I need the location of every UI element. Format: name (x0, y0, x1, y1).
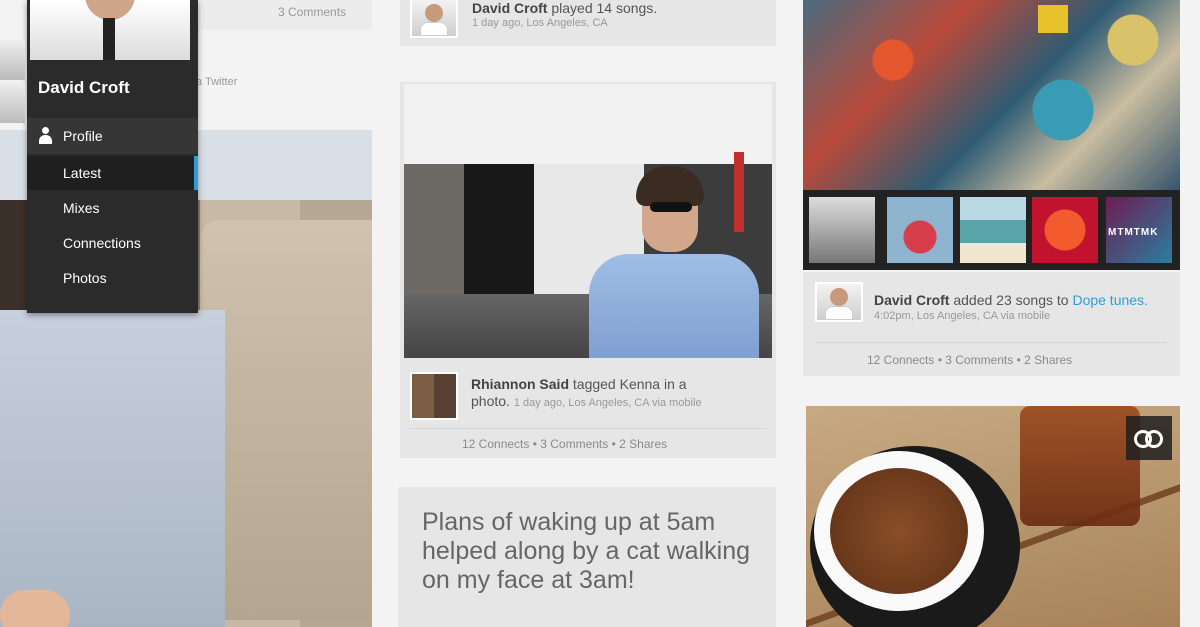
divider (815, 342, 1167, 343)
tag-action-cont: photo. (471, 393, 510, 409)
photo-man-hair (636, 166, 704, 206)
user-avatar[interactable] (410, 0, 458, 38)
photo-hand (0, 590, 70, 627)
tag-author[interactable]: Rhiannon Said (471, 376, 569, 392)
tag-line: Rhiannon Said tagged Kenna in a photo. 1… (471, 376, 771, 412)
user-avatar[interactable] (815, 282, 863, 322)
menu-item-photos[interactable]: Photos (27, 261, 198, 295)
coffee-photo[interactable] (806, 406, 1180, 627)
playlist-artwork[interactable] (803, 0, 1180, 190)
comments-count[interactable]: 3 Comments (278, 5, 346, 19)
photo-sofa (200, 220, 372, 620)
twitter-source-text: a Twitter (196, 76, 238, 88)
played-line: David Croft played 14 songs. (472, 0, 657, 17)
added-line: David Croft added 23 songs to Dope tunes… (874, 292, 1174, 309)
side-thumbnail[interactable] (0, 40, 25, 80)
divider (410, 428, 766, 429)
added-meta: 4:02pm, Los Angeles, CA via mobile (874, 310, 1051, 322)
album-thumb-2[interactable] (887, 197, 953, 263)
album-thumb-5[interactable]: MTMTMK (1106, 197, 1172, 263)
photo-man-body (589, 254, 759, 358)
photo-red-pole (734, 152, 744, 232)
post-meta: 1 day ago, Los Angeles, CA (472, 17, 608, 29)
avatar-tie (103, 18, 115, 60)
menu-item-latest[interactable]: Latest (27, 156, 198, 190)
side-thumbnails (0, 40, 27, 130)
menu-item-profile[interactable]: Profile (27, 118, 198, 154)
linked-rings-icon[interactable] (1126, 416, 1172, 460)
quote-text: Plans of waking up at 5am helped along b… (422, 508, 751, 594)
photo-sunglasses (650, 202, 692, 212)
left-top-card: 3 Comments (196, 0, 372, 30)
album-thumb-3[interactable] (960, 197, 1026, 263)
menu-item-connections[interactable]: Connections (27, 226, 198, 260)
album-thumb-4[interactable] (1032, 197, 1098, 263)
profile-avatar[interactable] (30, 0, 190, 60)
post-author[interactable]: David Croft (472, 0, 547, 16)
artwork-detail (1038, 5, 1068, 33)
photo-person (0, 310, 225, 627)
tagger-avatar[interactable] (410, 372, 458, 420)
added-author[interactable]: David Croft (874, 292, 949, 308)
added-post-stats[interactable]: 12 Connects • 3 Comments • 2 Shares (867, 353, 1072, 367)
ring-right (1145, 430, 1163, 448)
photo-coffee (830, 468, 968, 594)
menu-item-mixes[interactable]: Mixes (27, 191, 198, 225)
profile-name[interactable]: David Croft (38, 78, 130, 98)
side-thumbnail[interactable] (0, 83, 25, 123)
played-songs-card: David Croft played 14 songs. 1 day ago, … (400, 0, 776, 46)
album-thumb-1[interactable] (809, 197, 875, 263)
playlist-link[interactable]: Dope tunes. (1072, 292, 1148, 308)
avatar-head (85, 0, 135, 20)
tag-post-stats[interactable]: 12 Connects • 3 Comments • 2 Shares (462, 437, 667, 451)
tag-action: tagged Kenna in a (572, 376, 687, 392)
tag-meta: 1 day ago, Los Angeles, CA via mobile (513, 397, 702, 409)
profile-menu: David Croft Profile Latest Mixes Connect… (0, 0, 198, 313)
added-songs-card: David Croft added 23 songs to Dope tunes… (803, 272, 1180, 376)
album-thumb-5-text: MTMTMK (1108, 227, 1159, 238)
post-action: played 14 songs. (551, 0, 658, 16)
photo-glass (1020, 406, 1140, 526)
added-action: added 23 songs to (953, 292, 1069, 308)
menu-item-profile-label: Profile (63, 128, 103, 144)
tagged-photo[interactable] (404, 84, 772, 358)
person-icon (39, 127, 52, 145)
